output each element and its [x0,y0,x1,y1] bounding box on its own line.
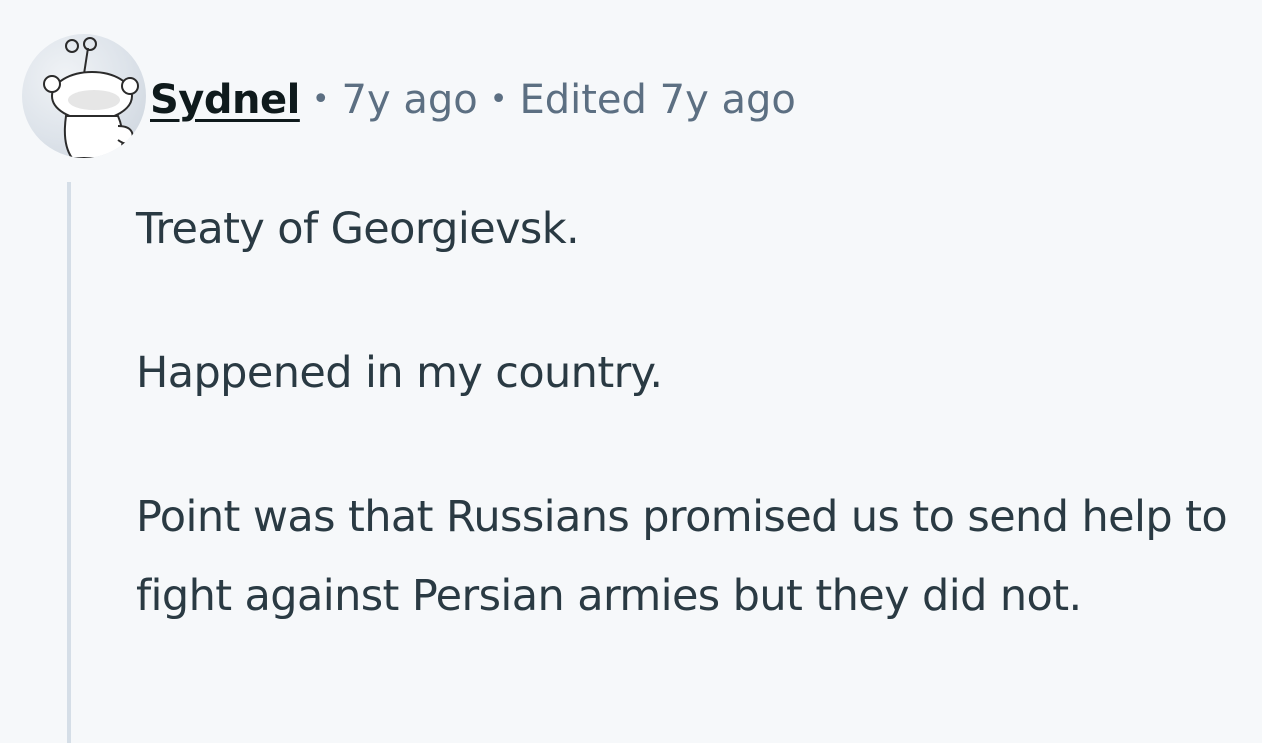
comment: Sydnel • 7y ago • Edited 7y ago Treaty o… [0,0,1262,743]
comment-meta: Sydnel • 7y ago • Edited 7y ago [150,72,796,128]
edited-label: Edited 7y ago [519,77,796,123]
comment-age[interactable]: 7y ago [342,77,478,123]
comment-paragraph: Treaty of Georgievsk. [136,204,580,254]
comment-body: Treaty of Georgievsk. Happened in my cou… [136,190,1246,636]
comment-paragraph: Happened in my country. [136,348,663,398]
separator-dot: • [311,82,330,117]
comment-paragraph: Point was that Russians promised us to s… [136,492,1228,621]
separator-dot: • [489,82,508,117]
snoo-figure [43,37,139,158]
snoo-avatar-icon[interactable] [22,34,146,158]
author-link[interactable]: Sydnel [150,77,300,123]
thread-line[interactable] [67,182,71,743]
